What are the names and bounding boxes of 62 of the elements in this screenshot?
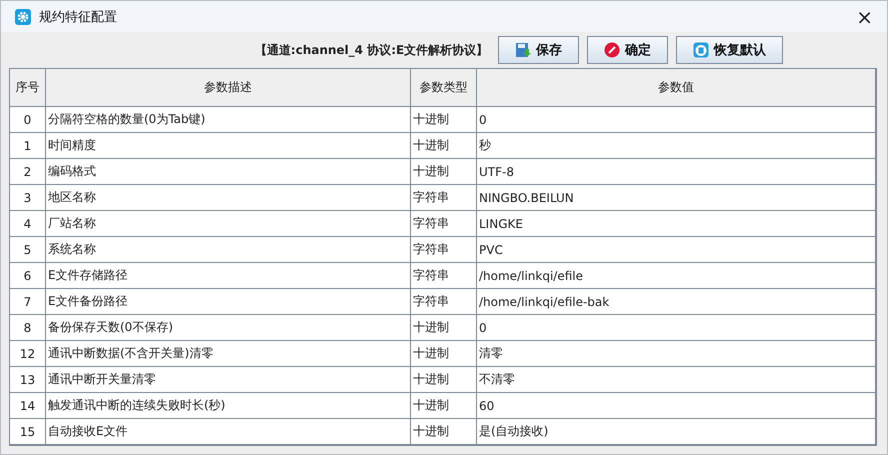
table-cell: 十进制 (411, 315, 477, 341)
table-cell: 时间精度 (46, 133, 411, 159)
table-cell: E文件备份路径 (46, 289, 411, 315)
table-cell: 十进制 (411, 341, 477, 367)
table-cell: 字符串 (411, 263, 477, 289)
table-cell: 5 (10, 237, 46, 263)
table-cell: 0 (477, 315, 876, 341)
table-cell: 2 (10, 159, 46, 185)
table-cell: 是(自动接收) (477, 419, 876, 445)
table-cell: NINGBO.BEILUN (477, 185, 876, 211)
table-cell: 字符串 (411, 185, 477, 211)
table-cell: 十进制 (411, 419, 477, 445)
table-cell: 编码格式 (46, 159, 411, 185)
table-cell: 系统名称 (46, 237, 411, 263)
table-cell: /home/linkqi/efile-bak (477, 289, 876, 315)
table-cell: 7 (10, 289, 46, 315)
table-cell: 十进制 (411, 159, 477, 185)
column-header[interactable]: 参数值 (477, 69, 876, 107)
table-cell: 十进制 (411, 367, 477, 393)
ok-button[interactable]: 确定 (587, 36, 668, 64)
table-cell: 3 (10, 185, 46, 211)
close-button[interactable]: × (852, 6, 877, 26)
table-cell: LINGKE (477, 211, 876, 237)
table-cell: 十进制 (411, 133, 477, 159)
table-cell: 厂站名称 (46, 211, 411, 237)
table-cell: 60 (477, 393, 876, 419)
table-cell: 8 (10, 315, 46, 341)
window-title: 规约特征配置 (39, 8, 118, 26)
table-cell: 通讯中断开关量清零 (46, 367, 411, 393)
table-cell: 不清零 (477, 367, 876, 393)
table-cell: E文件存储路径 (46, 263, 411, 289)
table-cell: 十进制 (411, 393, 477, 419)
table-cell: 0 (477, 107, 876, 133)
table-cell: 秒 (477, 133, 876, 159)
table-cell: 字符串 (411, 211, 477, 237)
channel-protocol-label: 【通道:channel_4 协议:E文件解析协议】 (254, 42, 488, 58)
reset-button[interactable]: 恢复默认 (676, 36, 784, 64)
column-header[interactable]: 参数描述 (46, 69, 411, 107)
table-cell: 12 (10, 341, 46, 367)
table-cell: 分隔符空格的数量(0为Tab键) (46, 107, 411, 133)
table-cell: 备份保存天数(0不保存) (46, 315, 411, 341)
table-cell: 字符串 (411, 289, 477, 315)
table-cell: 通讯中断数据(不含开关量)清零 (46, 341, 411, 367)
table-cell: UTF-8 (477, 159, 876, 185)
column-header[interactable]: 序号 (10, 69, 46, 107)
table-cell: 13 (10, 367, 46, 393)
table-cell: /home/linkqi/efile (477, 263, 876, 289)
table-cell: 字符串 (411, 237, 477, 263)
table-cell: 1 (10, 133, 46, 159)
table-cell: 6 (10, 263, 46, 289)
column-header[interactable]: 参数类型 (411, 69, 477, 107)
table-cell: 自动接收E文件 (46, 419, 411, 445)
table-cell: 清零 (477, 341, 876, 367)
table-cell: PVC (477, 237, 876, 263)
table-cell: 十进制 (411, 107, 477, 133)
save-button[interactable]: 保存 (498, 36, 580, 64)
table-cell: 4 (10, 211, 46, 237)
table-cell: 地区名称 (46, 185, 411, 211)
table-cell: 0 (10, 107, 46, 133)
table-cell: 触发通讯中断的连续失败时长(秒) (46, 393, 411, 419)
table-cell: 14 (10, 393, 46, 419)
table-cell: 15 (10, 419, 46, 445)
